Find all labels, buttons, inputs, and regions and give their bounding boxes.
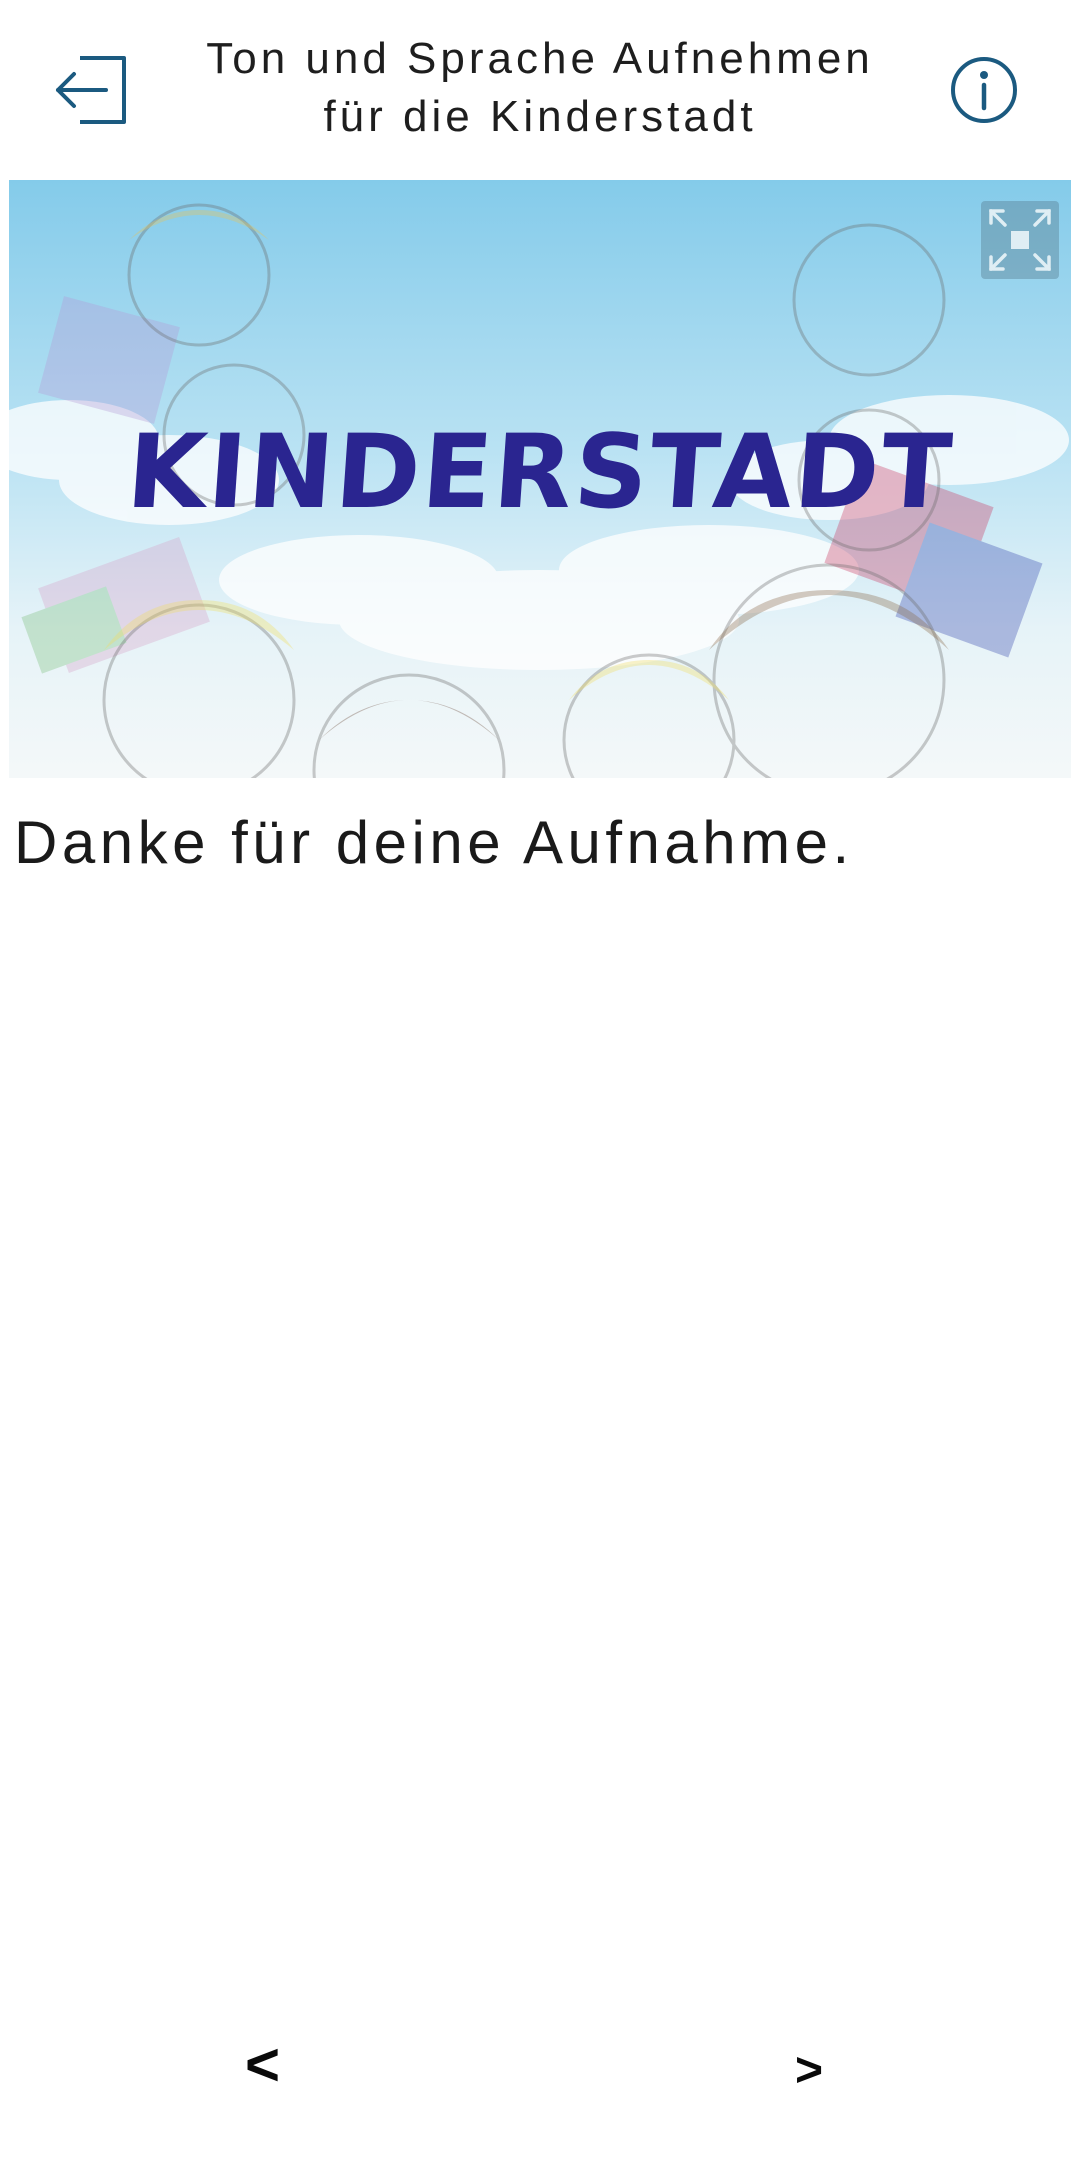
title-line-2: für die Kinderstadt bbox=[323, 92, 757, 141]
title-line-1: Ton und Sprache Aufnehmen bbox=[206, 34, 874, 83]
previous-button[interactable]: < bbox=[245, 2030, 280, 2100]
banner-title: KINDERSTADT bbox=[123, 413, 957, 532]
page-title: Ton und Sprache Aufnehmen für die Kinder… bbox=[150, 30, 930, 146]
exit-button[interactable] bbox=[52, 50, 136, 130]
header: Ton und Sprache Aufnehmen für die Kinder… bbox=[0, 0, 1080, 178]
info-icon bbox=[951, 57, 1017, 123]
info-button[interactable] bbox=[948, 54, 1020, 126]
fullscreen-button[interactable] bbox=[981, 201, 1059, 279]
thank-you-message: Danke für deine Aufnahme. bbox=[14, 809, 854, 876]
recording-screen: Ton und Sprache Aufnehmen für die Kinder… bbox=[0, 0, 1080, 2160]
exit-icon bbox=[56, 56, 126, 124]
next-button[interactable]: > bbox=[795, 2036, 823, 2106]
fullscreen-icon bbox=[989, 209, 1051, 271]
